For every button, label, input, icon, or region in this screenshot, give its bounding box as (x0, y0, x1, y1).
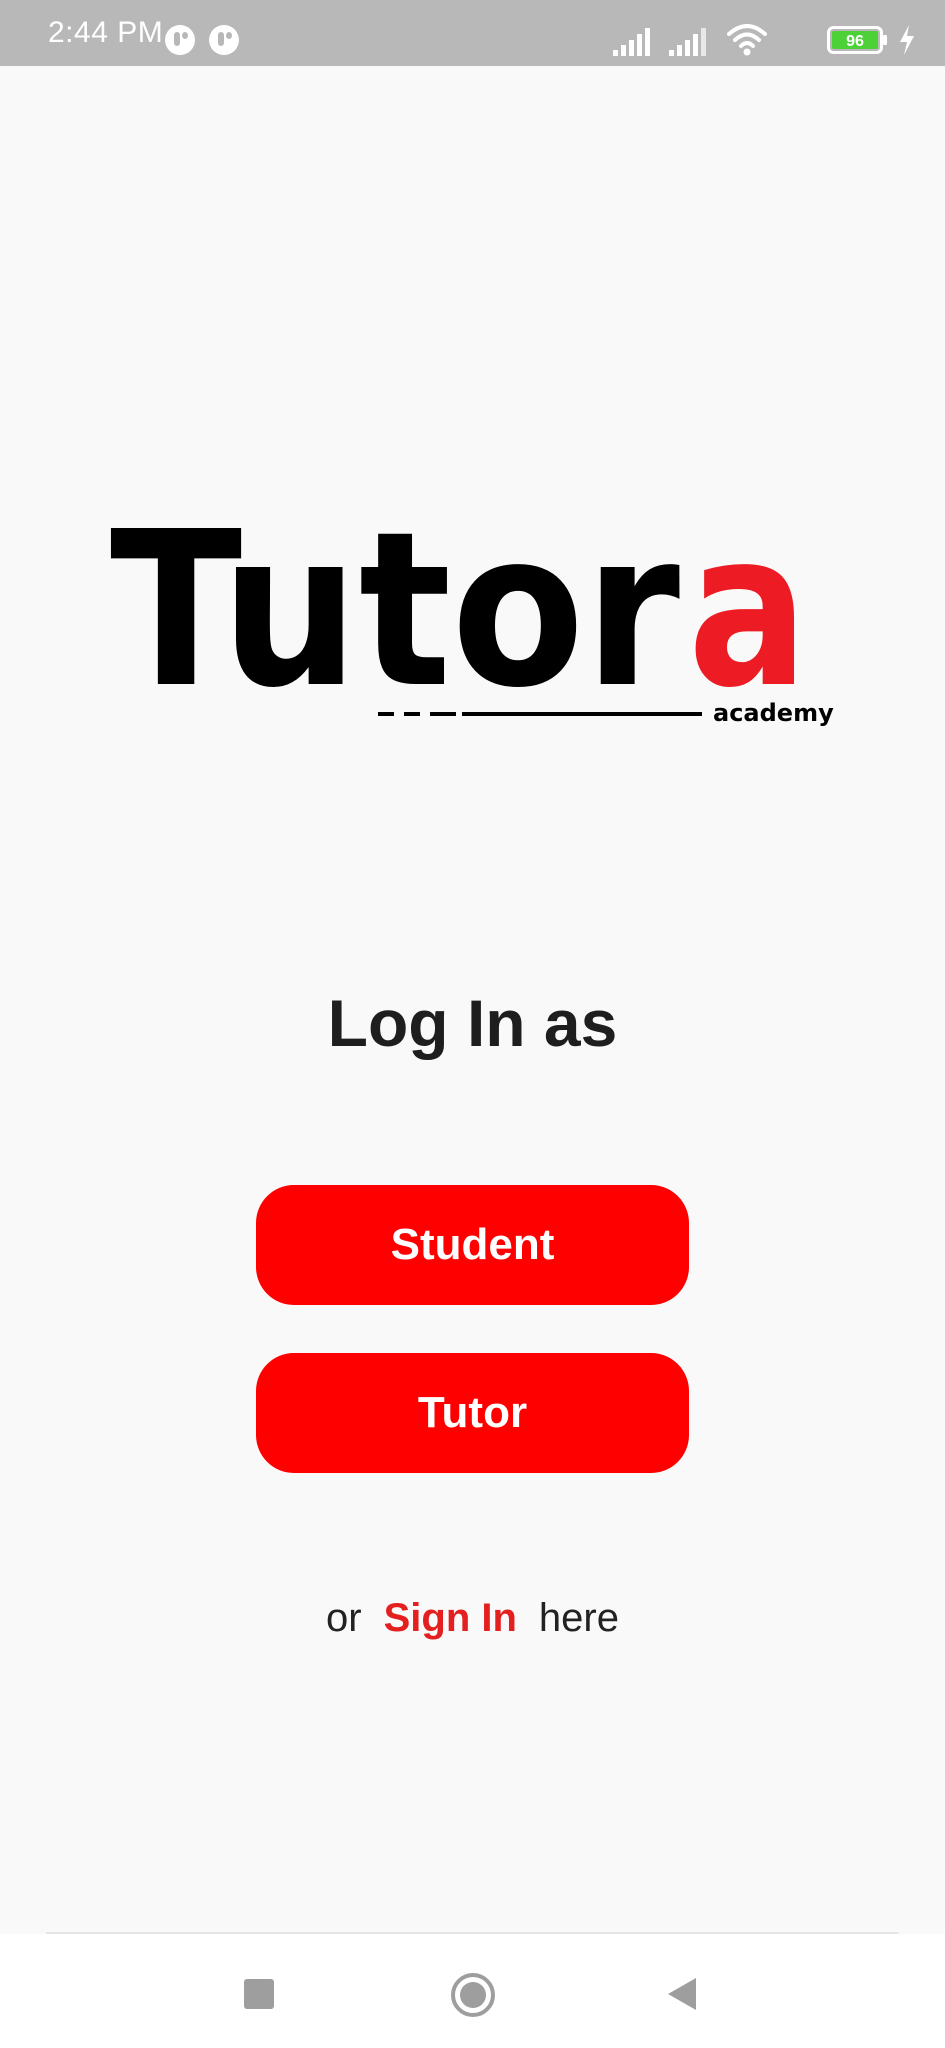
signal-icon (669, 28, 706, 56)
signin-prompt: or Sign In here (0, 1592, 945, 1644)
logo-main-text: Tutor (110, 500, 680, 735)
back-icon[interactable] (668, 1978, 696, 2010)
signal-icon (613, 28, 650, 56)
signin-suffix: here (538, 1596, 619, 1640)
recent-apps-icon[interactable] (244, 1979, 274, 2009)
wifi-icon (727, 24, 767, 56)
tutora-logo: Tutor a academy (110, 500, 834, 735)
status-time: 2:44 PM (48, 16, 164, 49)
student-button[interactable]: Student (256, 1185, 689, 1305)
status-bar: 2:44 PM 96 (0, 0, 945, 66)
navigation-bar (0, 1934, 945, 2048)
battery-level: 96 (846, 33, 864, 50)
login-heading: Log In as (327, 986, 618, 1060)
logo-subtext: academy (713, 699, 834, 727)
charging-icon (900, 25, 914, 55)
app-notification-icon (209, 25, 239, 55)
home-icon[interactable] (451, 1973, 495, 2017)
tutor-button[interactable]: Tutor (256, 1353, 689, 1473)
signin-link[interactable]: Sign In (384, 1596, 517, 1640)
battery-icon: 96 (827, 26, 887, 54)
signin-prefix: or (326, 1596, 362, 1640)
app-notification-icon (165, 25, 195, 55)
